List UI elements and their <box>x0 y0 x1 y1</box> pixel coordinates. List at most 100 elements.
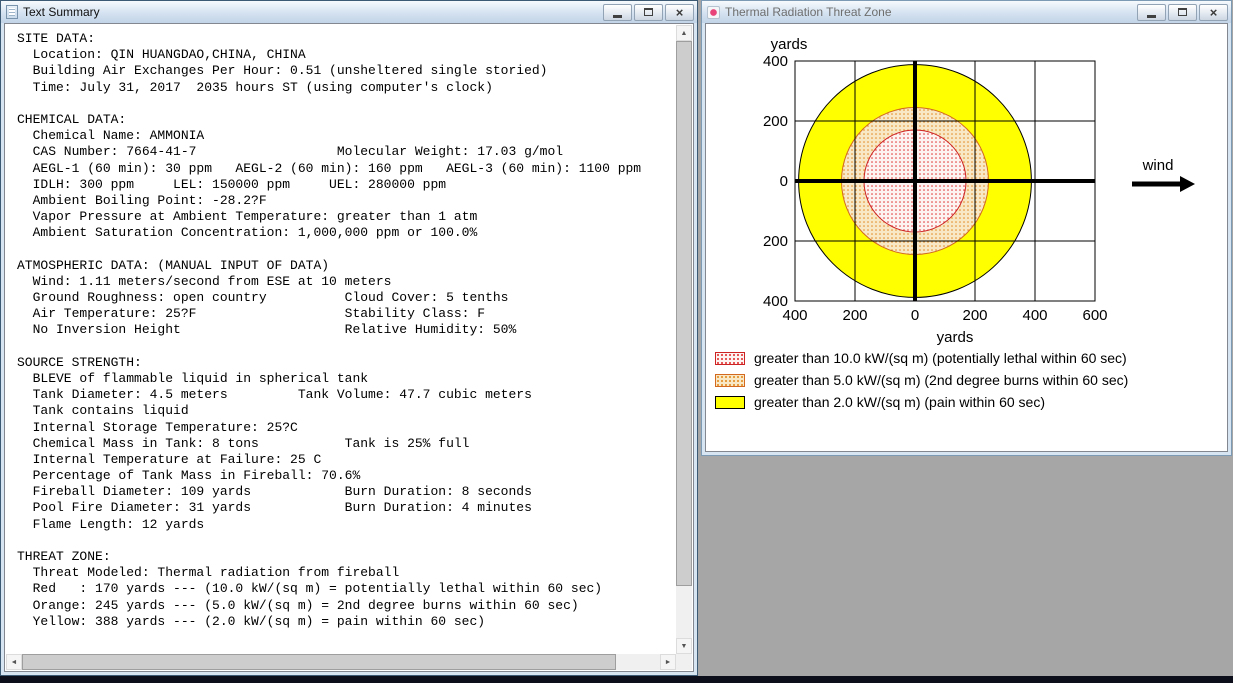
text-summary-content[interactable]: SITE DATA: Location: QIN HUANGDAO,CHINA,… <box>6 25 676 654</box>
scroll-right-button[interactable]: ► <box>660 654 676 670</box>
text-line: Internal Storage Temperature: 25?C <box>17 419 298 435</box>
text-line: IDLH: 300 ppm LEL: 150000 ppm UEL: 28000… <box>17 176 447 192</box>
svg-text:400: 400 <box>763 53 788 70</box>
legend-swatch-yellow <box>715 395 745 409</box>
text-line: Fireball Diameter: 109 yards Burn Durati… <box>17 484 532 500</box>
text-line: Flame Length: 12 yards <box>17 516 205 532</box>
horizontal-scroll-thumb[interactable] <box>22 654 616 670</box>
text-line: Air Temperature: 25?F Stability Class: F <box>17 306 486 322</box>
minimize-button[interactable] <box>1137 3 1166 21</box>
text-line: Time: July 31, 2017 2035 hours ST (using… <box>17 79 493 95</box>
text-line: Percentage of Tank Mass in Fireball: 70.… <box>17 468 361 484</box>
caption-buttons: × <box>603 3 694 21</box>
legend-label: greater than 5.0 kW/(sq m) (2nd degree b… <box>754 372 1129 388</box>
svg-text:0: 0 <box>780 173 788 190</box>
legend-swatch-orange <box>715 373 745 387</box>
text-line: Chemical Name: AMMONIA <box>17 128 205 144</box>
taskbar-edge <box>0 676 1233 683</box>
threat-zone-window: Thermal Radiation Threat Zone × 400 200 0 2… <box>701 0 1232 456</box>
text-line: Tank contains liquid <box>17 403 189 419</box>
text-line: Vapor Pressure at Ambient Temperature: g… <box>17 209 478 225</box>
svg-text:yards: yards <box>937 329 974 346</box>
down-arrow-icon: ▼ <box>680 642 688 650</box>
text-line: Ambient Saturation Concentration: 1,000,… <box>17 225 478 241</box>
legend-label: greater than 2.0 kW/(sq m) (pain within … <box>754 394 1046 410</box>
maximize-icon <box>644 8 653 16</box>
vertical-scrollbar[interactable]: ▲ ▼ <box>676 25 692 654</box>
text-line: THREAT ZONE: <box>17 549 111 564</box>
text-line: Tank Diameter: 4.5 meters Tank Volume: 4… <box>17 387 532 403</box>
text-line: Ground Roughness: open country Cloud Cov… <box>17 290 509 305</box>
document-icon <box>6 5 18 19</box>
scroll-left-button[interactable]: ◄ <box>6 654 22 670</box>
text-line: SITE DATA: <box>17 31 96 46</box>
text-line: Wind: 1.11 meters/second from ESE at 10 … <box>17 273 392 289</box>
svg-text:200: 200 <box>962 307 987 324</box>
text-line: BLEVE of flammable liquid in spherical t… <box>17 370 369 386</box>
close-icon: × <box>1209 4 1218 20</box>
text-line <box>17 96 676 112</box>
up-arrow-icon: ▲ <box>680 29 688 37</box>
window-title: Text Summary <box>23 5 100 19</box>
scrollbar-corner <box>676 654 692 670</box>
text-line <box>17 339 676 355</box>
legend-item: greater than 2.0 kW/(sq m) (pain within … <box>715 394 1128 410</box>
text-line: SOURCE STRENGTH: <box>17 354 142 370</box>
text-line <box>17 241 676 257</box>
maximize-button[interactable] <box>1168 3 1197 21</box>
text-line: Red : 170 yards --- (10.0 kW/(sq m) = po… <box>17 581 603 597</box>
text-line: Threat Modeled: Thermal radiation from f… <box>17 565 400 581</box>
svg-text:600: 600 <box>1082 307 1107 324</box>
svg-text:200: 200 <box>763 233 788 250</box>
text-line: Yellow: 388 yards --- (2.0 kW/(sq m) = p… <box>17 613 486 629</box>
text-line: CAS Number: 7664-41-7 Molecular Weight: … <box>17 144 564 160</box>
text-line: Location: QIN HUANGDAO,CHINA, CHINA <box>17 47 306 63</box>
text-summary-client: SITE DATA: Location: QIN HUANGDAO,CHINA,… <box>4 23 694 672</box>
right-arrow-icon: ► <box>664 658 672 666</box>
maximize-icon <box>1178 8 1187 16</box>
minimize-button[interactable] <box>603 3 632 21</box>
window-title: Thermal Radiation Threat Zone <box>725 5 892 19</box>
legend-swatch-red <box>715 351 745 365</box>
left-arrow-icon: ◄ <box>10 658 18 666</box>
minimize-icon <box>613 14 622 18</box>
text-summary-titlebar[interactable]: Text Summary × <box>1 1 697 23</box>
svg-text:wind: wind <box>1142 157 1174 174</box>
legend: greater than 10.0 kW/(sq m) (potentially… <box>715 350 1128 416</box>
vertical-scroll-thumb[interactable] <box>676 41 692 586</box>
text-line: AEGL-1 (60 min): 30 ppm AEGL-2 (60 min):… <box>17 160 642 176</box>
text-line: Building Air Exchanges Per Hour: 0.51 (u… <box>17 63 548 79</box>
horizontal-scrollbar[interactable]: ◄ ► <box>6 654 676 670</box>
text-line: Orange: 245 yards --- (5.0 kW/(sq m) = 2… <box>17 597 579 613</box>
threat-zone-chart: 400 200 0 200 400 6004002000200400yardsyardsw… <box>763 36 1195 346</box>
svg-text:200: 200 <box>842 307 867 324</box>
maximize-button[interactable] <box>634 3 663 21</box>
close-button[interactable]: × <box>1199 3 1228 21</box>
scroll-down-button[interactable]: ▼ <box>676 638 692 654</box>
svg-text:200: 200 <box>763 113 788 130</box>
svg-text:yards: yards <box>771 36 808 53</box>
text-line: Internal Temperature at Failure: 25 C <box>17 451 322 467</box>
text-line: CHEMICAL DATA: <box>17 111 127 127</box>
text-line: No Inversion Height Relative Humidity: 5… <box>17 322 517 338</box>
aloha-icon <box>707 5 720 19</box>
legend-item: greater than 5.0 kW/(sq m) (2nd degree b… <box>715 372 1128 388</box>
caption-buttons: × <box>1137 3 1228 21</box>
scroll-up-button[interactable]: ▲ <box>676 25 692 41</box>
text-line: ATMOSPHERIC DATA: (MANUAL INPUT OF DATA) <box>17 257 330 273</box>
legend-item: greater than 10.0 kW/(sq m) (potentially… <box>715 350 1128 366</box>
close-button[interactable]: × <box>665 3 694 21</box>
text-line <box>17 533 676 549</box>
threat-zone-titlebar[interactable]: Thermal Radiation Threat Zone × <box>702 1 1231 23</box>
text-line: Ambient Boiling Point: -28.2?F <box>17 192 267 208</box>
minimize-icon <box>1147 14 1156 18</box>
svg-text:0: 0 <box>911 307 919 324</box>
svg-text:400: 400 <box>763 293 788 310</box>
text-line: Chemical Mass in Tank: 8 tons Tank is 25… <box>17 435 470 451</box>
legend-label: greater than 10.0 kW/(sq m) (potentially… <box>754 350 1127 366</box>
svg-text:400: 400 <box>1022 307 1047 324</box>
text-line: Pool Fire Diameter: 31 yards Burn Durati… <box>17 500 532 516</box>
close-icon: × <box>675 4 684 20</box>
text-summary-window: Text Summary × SITE DATA: Location: QIN … <box>0 0 698 676</box>
threat-zone-client: 400 200 0 200 400 600 400 200 0 200 400 yards yards w… <box>705 23 1228 452</box>
